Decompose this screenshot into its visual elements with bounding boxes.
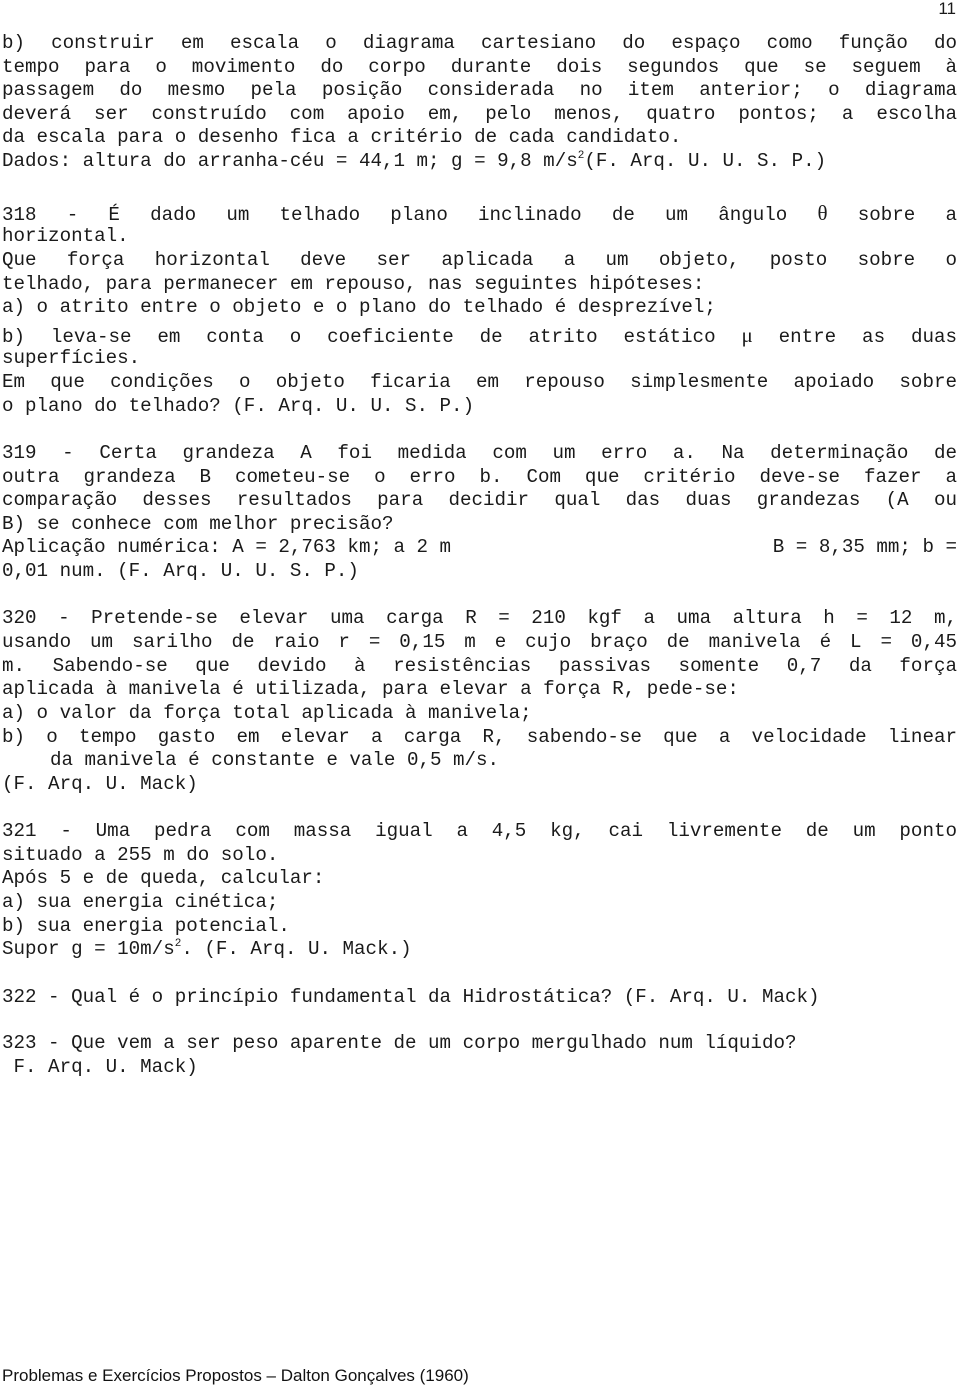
text-segment: 318 - É dado um telhado plano inclinado …: [2, 204, 788, 226]
problem-heading: 319 - Certa grandeza A foi medida com um…: [2, 442, 957, 464]
text-line: Supor g = 10m/s2. (F. Arq. U. Mack.): [2, 937, 957, 961]
text-line: aplicada à manivela é utilizada, para el…: [2, 678, 739, 700]
text-line: deverá ser construído com apoio em, pelo…: [2, 103, 957, 125]
text-line: Em que condições o objeto ficaria em rep…: [2, 371, 957, 393]
text-line: situado a 255 m do solo.: [2, 844, 279, 866]
text-line: b) leva-se em conta o coeficiente de atr…: [2, 323, 958, 348]
source-citation: (F. Arq. U. Mack): [2, 773, 198, 795]
problem-heading: 318 - É dado um telhado plano inclinado …: [2, 201, 957, 226]
source-citation: (F. Arq. U. U. S. P.): [584, 150, 827, 172]
text-line: b) o tempo gasto em elevar a carga R, sa…: [2, 726, 957, 748]
data-line: Dados: altura do arranha-céu = 44,1 m; g…: [2, 149, 957, 173]
problem-heading: 323 - Que vem a ser peso aparente de um …: [2, 1032, 797, 1054]
text-line: a) o atrito entre o objeto e o plano do …: [2, 296, 716, 318]
text-line: horizontal.: [2, 225, 129, 247]
text-segment: sobre a: [857, 204, 957, 226]
source-citation: . (F. Arq. U. Mack.): [181, 938, 412, 960]
text-segment: Supor g = 10m/s: [2, 938, 175, 960]
text-segment: b) leva-se em conta o coeficiente de atr…: [2, 326, 716, 348]
text-line: telhado, para permanecer em repouso, nas…: [2, 273, 705, 295]
text-line: Após 5 e de queda, calcular:: [2, 867, 325, 889]
text-line: a) sua energia cinética;: [2, 891, 279, 913]
mu-symbol: μ: [741, 323, 753, 347]
text-line: B) se conhece com melhor precisão?: [2, 513, 394, 535]
text-line: Que força horizontal deve ser aplicada a…: [2, 249, 957, 271]
text-line: Aplicação numérica: A = 2,763 km; a 2 m …: [2, 535, 957, 559]
text-segment: entre as duas: [778, 326, 958, 348]
source-citation: F. Arq. U. Mack): [2, 1056, 198, 1078]
text-line: b) construir em escala o diagrama cartes…: [2, 32, 957, 54]
text-line: a) o valor da força total aplicada à man…: [2, 702, 532, 724]
problem-heading: 321 - Uma pedra com massa igual a 4,5 kg…: [2, 820, 957, 842]
text-line: o plano do telhado? (F. Arq. U. U. S. P.…: [2, 395, 475, 417]
text-line: da manivela é constante e vale 0,5 m/s.: [50, 749, 500, 771]
theta-symbol: θ: [817, 201, 828, 225]
numeric-application-b: B = 8,35 mm; b =: [772, 536, 957, 558]
text-line: superfícies.: [2, 347, 141, 369]
text-line: outra grandeza B cometeu-se o erro b. Co…: [2, 466, 957, 488]
problem-heading: 320 - Pretende-se elevar uma carga R = 2…: [2, 607, 957, 629]
page-number: 11: [938, 0, 956, 18]
text-line: da escala para o desenho fica a critério…: [2, 126, 682, 148]
text-line: tempo para o movimento do corpo durante …: [2, 56, 957, 78]
text-line: 0,01 num. (F. Arq. U. U. S. P.): [2, 560, 359, 582]
data-text: Dados: altura do arranha-céu = 44,1 m; g…: [2, 150, 578, 172]
text-line: comparação desses resultados para decidi…: [2, 489, 957, 511]
page-footer: Problemas e Exercícios Propostos – Dalto…: [2, 1366, 469, 1385]
text-line: usando um sarilho de raio r = 0,15 m e c…: [2, 631, 957, 653]
text-line: b) sua energia potencial.: [2, 915, 290, 937]
problem-heading: 322 - Qual é o princípio fundamental da …: [2, 986, 820, 1008]
numeric-application-a: Aplicação numérica: A = 2,763 km; a 2 m: [2, 536, 452, 558]
text-line: passagem do mesmo pela posição considera…: [2, 79, 957, 101]
text-line: m. Sabendo-se que devido à resistências …: [2, 655, 957, 677]
